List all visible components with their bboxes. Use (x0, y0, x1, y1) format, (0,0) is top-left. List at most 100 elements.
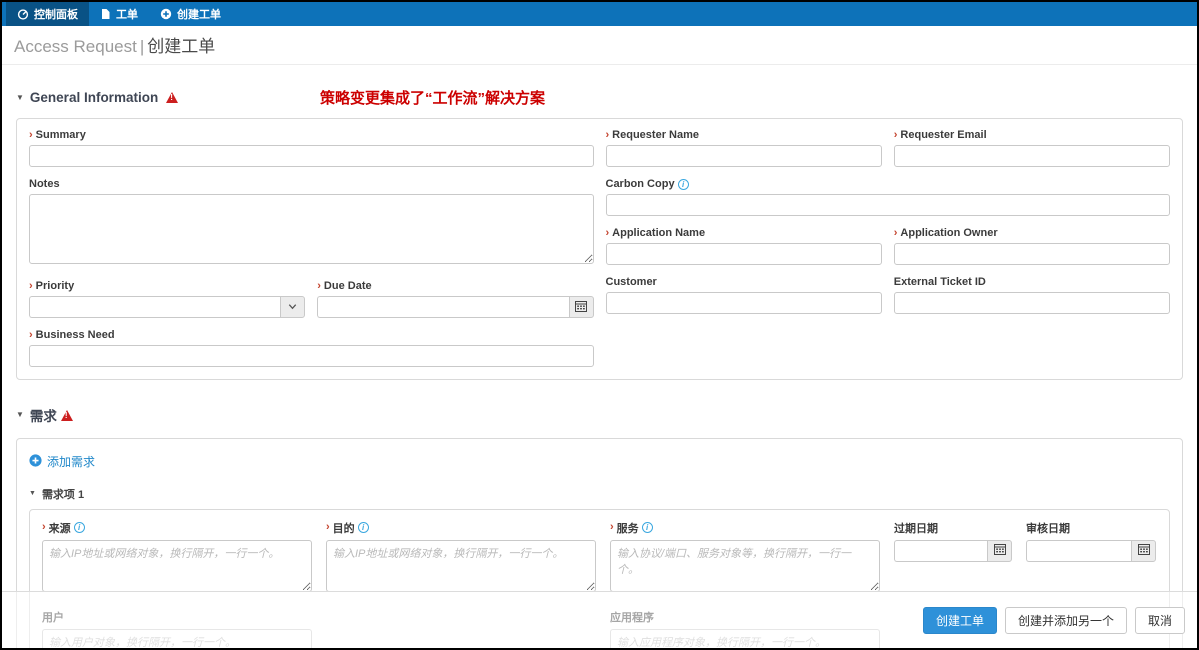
workflow-annotation: 策略变更集成了“工作流”解决方案 (320, 87, 545, 108)
summary-label: Summary (36, 129, 86, 141)
app-window: 控制面板 工单 创建工单 Access Request|创建工单 ▼ Gener… (0, 0, 1199, 650)
carbon-copy-label: Carbon Copy (606, 178, 675, 190)
top-navbar: 控制面板 工单 创建工单 (2, 2, 1197, 26)
service-textarea[interactable] (610, 540, 880, 592)
nav-item-label: 工单 (116, 6, 138, 22)
expiration-date-field: 过期日期 (894, 520, 1012, 597)
notes-label: Notes (29, 178, 60, 190)
add-requirement-label: 添加需求 (47, 453, 95, 470)
priority-select[interactable] (29, 296, 305, 318)
business-need-input[interactable] (29, 345, 594, 367)
business-need-label: Business Need (36, 329, 115, 341)
customer-input[interactable] (606, 292, 882, 314)
warning-icon: ! (61, 410, 73, 421)
requirement-item-toggle[interactable]: ▼ 需求项 1 (29, 486, 1170, 502)
expiration-date-label: 过期日期 (894, 520, 938, 536)
priority-field: ›Priority (29, 280, 305, 318)
application-name-label: Application Name (612, 227, 705, 239)
service-label: 服务 (617, 520, 639, 536)
requester-name-input[interactable] (606, 145, 882, 167)
page-title-app: Access Request (14, 37, 137, 56)
cancel-button[interactable]: 取消 (1135, 607, 1185, 634)
summary-field: ›Summary (29, 129, 594, 167)
due-date-field: ›Due Date (317, 280, 593, 318)
application-name-field: ›Application Name (606, 227, 882, 265)
due-date-label: Due Date (324, 280, 372, 292)
expiration-date-calendar-button[interactable] (987, 540, 1012, 562)
source-textarea[interactable] (42, 540, 312, 592)
general-panel: ›Summary Notes ›Priority (16, 118, 1183, 380)
requirement-item-title: 需求项 1 (42, 486, 84, 502)
due-date-input[interactable] (317, 296, 568, 318)
customer-label: Customer (606, 276, 657, 288)
destination-label: 目的 (333, 520, 355, 536)
summary-input[interactable] (29, 145, 594, 167)
page-title-separator: | (140, 37, 144, 56)
collapse-caret-icon[interactable]: ▼ (16, 94, 24, 102)
destination-textarea[interactable] (326, 540, 596, 592)
external-ticket-id-label: External Ticket ID (894, 276, 986, 288)
review-date-field: 审核日期 (1026, 520, 1156, 597)
business-need-field: ›Business Need (29, 329, 594, 367)
requester-email-input[interactable] (894, 145, 1170, 167)
required-marker-icon: › (326, 522, 330, 533)
requirements-section-header: ▼ 需求 ! (16, 405, 1183, 425)
collapse-caret-icon[interactable]: ▼ (16, 411, 24, 419)
due-date-calendar-button[interactable] (569, 296, 594, 318)
required-marker-icon: › (606, 228, 610, 239)
requester-email-field: ›Requester Email (894, 129, 1170, 167)
nav-item-create-ticket[interactable]: 创建工单 (149, 2, 232, 26)
source-field: ›来源i (42, 520, 312, 597)
review-date-label: 审核日期 (1026, 520, 1070, 536)
external-ticket-id-field: External Ticket ID (894, 276, 1170, 314)
required-marker-icon: › (29, 281, 33, 292)
warning-icon: ! (166, 92, 178, 103)
application-owner-field: ›Application Owner (894, 227, 1170, 265)
page-title-page: 创建工单 (147, 37, 215, 56)
calendar-icon (1138, 543, 1150, 558)
priority-dropdown-button[interactable] (280, 296, 305, 318)
create-and-add-another-button[interactable]: 创建并添加另一个 (1005, 607, 1127, 634)
create-ticket-button[interactable]: 创建工单 (923, 607, 997, 634)
info-icon[interactable]: i (678, 179, 689, 190)
general-section-header: ▼ General Information ! 策略变更集成了“工作流”解决方案 (16, 90, 1183, 105)
collapse-caret-icon: ▼ (29, 490, 36, 497)
source-label: 来源 (49, 520, 71, 536)
form-footer: 创建工单 创建并添加另一个 取消 (2, 591, 1197, 648)
required-marker-icon: › (42, 522, 46, 533)
review-date-input[interactable] (1026, 540, 1131, 562)
info-icon[interactable]: i (358, 522, 369, 533)
required-marker-icon: › (894, 130, 898, 141)
requester-email-label: Requester Email (900, 129, 986, 141)
priority-label: Priority (36, 280, 75, 292)
general-right-column: ›Requester Name ›Requester Email Carbon … (606, 129, 1171, 378)
nav-item-tickets[interactable]: 工单 (89, 2, 149, 26)
required-marker-icon: › (606, 130, 610, 141)
add-requirement-link[interactable]: 添加需求 (29, 453, 95, 470)
dashboard-icon (17, 8, 29, 20)
review-date-calendar-button[interactable] (1131, 540, 1156, 562)
page-title: Access Request|创建工单 (2, 26, 1197, 65)
calendar-icon (575, 300, 587, 315)
info-icon[interactable]: i (74, 522, 85, 533)
carbon-copy-input[interactable] (606, 194, 1171, 216)
application-owner-input[interactable] (894, 243, 1170, 265)
requester-name-field: ›Requester Name (606, 129, 882, 167)
info-icon[interactable]: i (642, 522, 653, 533)
application-owner-label: Application Owner (900, 227, 997, 239)
required-marker-icon: › (29, 130, 33, 141)
required-marker-icon: › (610, 522, 614, 533)
nav-item-label: 创建工单 (177, 6, 221, 22)
service-field: ›服务i (610, 520, 880, 597)
nav-item-dashboard[interactable]: 控制面板 (6, 2, 89, 26)
notes-field: Notes (29, 178, 594, 269)
external-ticket-id-input[interactable] (894, 292, 1170, 314)
general-left-column: ›Summary Notes ›Priority (29, 129, 594, 378)
required-marker-icon: › (317, 281, 321, 292)
notes-textarea[interactable] (29, 194, 594, 264)
plus-circle-icon (29, 454, 42, 470)
application-name-input[interactable] (606, 243, 882, 265)
priority-select-value[interactable] (29, 296, 280, 318)
expiration-date-input[interactable] (894, 540, 987, 562)
destination-field: ›目的i (326, 520, 596, 597)
